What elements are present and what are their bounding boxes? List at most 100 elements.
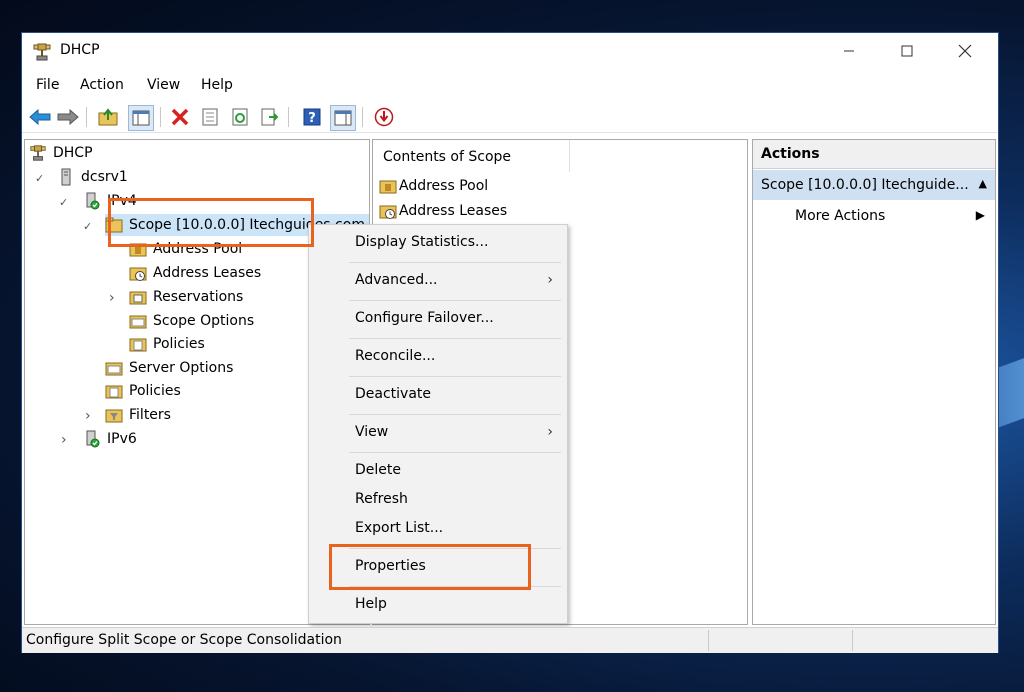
menu-item-view[interactable]: View (355, 424, 388, 440)
tree-label: Policies (153, 336, 205, 352)
actions-header: Actions (753, 140, 995, 169)
menu-action[interactable]: Action (80, 77, 124, 93)
tree-label: Address Leases (153, 265, 261, 281)
tree-item-filters[interactable]: Filters (105, 404, 171, 426)
menu-item-advanced[interactable]: Advanced... (355, 272, 438, 288)
deactivate-icon (374, 107, 394, 127)
contents-item-label: Address Leases (399, 203, 507, 219)
ipv6-icon (83, 430, 101, 448)
menu-item-configure-failover[interactable]: Configure Failover... (355, 310, 494, 326)
submenu-arrow-icon: › (547, 272, 553, 288)
chevron-right-icon[interactable]: › (61, 432, 67, 448)
status-text: Configure Split Scope or Scope Consolida… (26, 632, 342, 648)
tree-item-ipv6[interactable]: IPv6 (83, 428, 137, 450)
maximize-button[interactable] (884, 33, 930, 69)
menu-item-deactivate[interactable]: Deactivate (355, 386, 431, 402)
properties-icon (201, 108, 219, 126)
refresh-button[interactable] (228, 105, 252, 129)
svg-text:?: ? (308, 111, 316, 126)
export-list-icon (261, 108, 279, 126)
window-title: DHCP (60, 42, 100, 58)
contents-item-address-pool[interactable]: Address Pool (379, 175, 488, 197)
tree-item-scope-policies[interactable]: Policies (129, 333, 205, 355)
up-one-level-button[interactable] (96, 105, 120, 129)
tree-label: DHCP (53, 145, 93, 161)
tree-item-server-options[interactable]: Server Options (105, 357, 233, 379)
server-icon (57, 168, 75, 186)
actions-header-label: Actions (761, 146, 820, 162)
chevron-right-icon[interactable]: › (109, 290, 115, 306)
minimize-icon (843, 45, 855, 57)
delete-button[interactable] (168, 105, 192, 129)
tree-item-reservations[interactable]: Reservations (129, 286, 243, 308)
address-pool-icon (379, 177, 397, 195)
actions-pane: Actions Scope [10.0.0.0] Itechguide... ▲… (752, 139, 996, 625)
menu-item-help[interactable]: Help (355, 596, 387, 612)
menu-file[interactable]: File (36, 77, 59, 93)
chevron-down-icon[interactable]: ✓ (35, 172, 44, 185)
back-icon (29, 109, 51, 125)
status-bar: Configure Split Scope or Scope Consolida… (22, 627, 998, 653)
title-bar: DHCP (22, 33, 998, 71)
tree-label: Policies (129, 383, 181, 399)
menu-view[interactable]: View (147, 77, 180, 93)
minimize-button[interactable] (826, 33, 872, 69)
show-hide-action-pane-button[interactable] (330, 105, 356, 131)
close-button[interactable] (942, 33, 988, 69)
toolbar: ? (22, 102, 998, 133)
address-leases-icon (379, 202, 397, 220)
show-hide-tree-button[interactable] (128, 105, 154, 131)
tree-item-dhcp[interactable]: DHCP (29, 142, 93, 164)
contents-item-address-leases[interactable]: Address Leases (379, 200, 507, 222)
show-hide-action-pane-icon (334, 110, 352, 126)
refresh-icon (231, 108, 249, 126)
menu-item-reconcile[interactable]: Reconcile... (355, 348, 435, 364)
filters-icon (105, 406, 123, 424)
submenu-arrow-icon: › (547, 424, 553, 440)
chevron-down-icon[interactable]: ✓ (59, 196, 68, 209)
tree-item-scope-options[interactable]: Scope Options (129, 310, 254, 332)
forward-icon (57, 109, 79, 125)
contents-column-header[interactable]: Contents of Scope (373, 140, 570, 172)
policies-icon (105, 382, 123, 400)
scope-highlight-box (108, 198, 314, 247)
menu-item-export-list[interactable]: Export List... (355, 520, 443, 536)
forward-button[interactable] (56, 105, 80, 129)
tree-label: IPv6 (107, 431, 137, 447)
menu-item-delete[interactable]: Delete (355, 462, 401, 478)
contents-item-label: Address Pool (399, 178, 488, 194)
tree-label: Scope Options (153, 313, 254, 329)
delete-icon (171, 108, 189, 126)
tree-item-policies[interactable]: Policies (105, 380, 181, 402)
tree-label: Reservations (153, 289, 243, 305)
deactivate-button[interactable] (372, 105, 396, 129)
tree-item-server[interactable]: dcsrv1 (57, 166, 128, 188)
menu-help[interactable]: Help (201, 77, 233, 93)
server-options-icon (105, 359, 123, 377)
properties-button[interactable] (198, 105, 222, 129)
chevron-right-icon[interactable]: › (85, 408, 91, 424)
properties-highlight-box (329, 544, 531, 590)
policies-icon (129, 335, 147, 353)
submenu-arrow-icon: ▶ (976, 208, 985, 222)
actions-selected-group[interactable]: Scope [10.0.0.0] Itechguide... ▲ (753, 170, 995, 200)
dhcp-window: DHCP File Action View Help (22, 33, 998, 652)
menu-bar: File Action View Help (22, 71, 998, 99)
export-list-button[interactable] (258, 105, 282, 129)
address-leases-icon (129, 264, 147, 282)
tree-label: Filters (129, 407, 171, 423)
up-folder-icon (98, 108, 118, 126)
dhcp-root-icon (29, 144, 47, 162)
more-actions-label: More Actions (795, 208, 885, 224)
dhcp-app-icon (32, 42, 52, 62)
back-button[interactable] (28, 105, 52, 129)
menu-item-refresh[interactable]: Refresh (355, 491, 408, 507)
chevron-down-icon[interactable]: ✓ (83, 220, 92, 233)
contents-header-label: Contents of Scope (383, 149, 511, 165)
tree-item-address-leases[interactable]: Address Leases (129, 262, 261, 284)
menu-item-display-statistics[interactable]: Display Statistics... (355, 234, 488, 250)
maximize-icon (901, 45, 913, 57)
more-actions-item[interactable]: More Actions ▶ (753, 202, 995, 230)
collapse-up-icon[interactable]: ▲ (979, 177, 987, 190)
help-button[interactable]: ? (300, 105, 324, 129)
